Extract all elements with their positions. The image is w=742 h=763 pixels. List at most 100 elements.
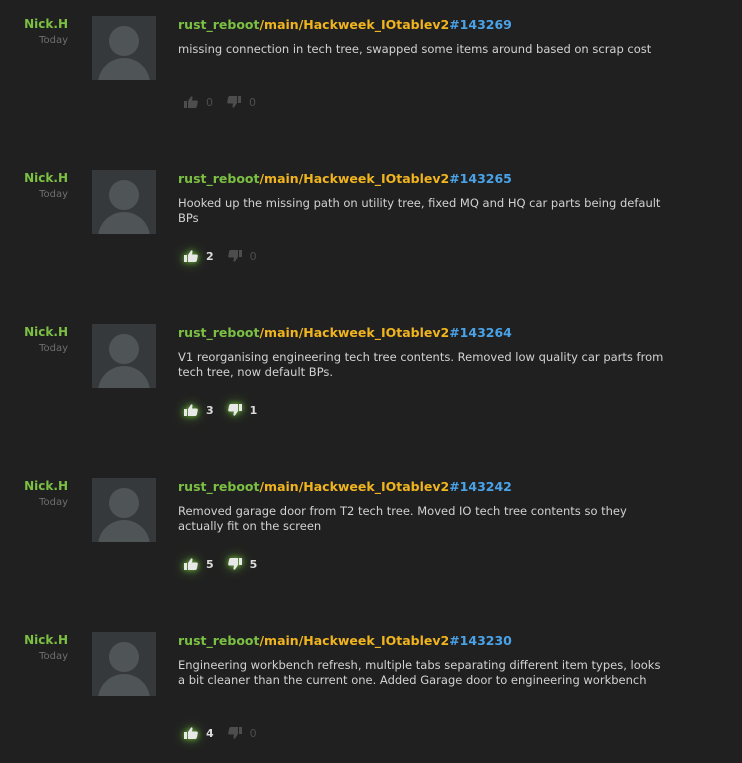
- thumbs-down-icon: [227, 558, 242, 570]
- repo-link[interactable]: rust_reboot: [178, 479, 259, 494]
- avatar-head: [109, 488, 139, 518]
- branch-path: rust_reboot/main/Hackweek_IOtablev2#1432…: [178, 632, 678, 650]
- branch-link[interactable]: /main/Hackweek_IOtablev2: [259, 171, 449, 186]
- author-name[interactable]: Nick.H: [8, 632, 68, 648]
- upvote-count: 2: [206, 249, 214, 263]
- changelist-link[interactable]: #143264: [449, 325, 512, 340]
- changelist-link[interactable]: #143265: [449, 171, 512, 186]
- upvote-count: 0: [206, 95, 213, 109]
- commit-time: Today: [39, 35, 68, 46]
- commit-content: rust_reboot/main/Hackweek_IOtablev2#1432…: [178, 16, 678, 57]
- downvote-count: 1: [249, 403, 258, 417]
- branch-path: rust_reboot/main/Hackweek_IOtablev2#1432…: [178, 170, 678, 188]
- avatar-body: [98, 58, 150, 80]
- upvote-count: 5: [206, 557, 214, 571]
- author-name[interactable]: Nick.H: [8, 16, 68, 32]
- commit-entry: Nick.H Today rust_reboot/main/Hackweek_I…: [0, 154, 742, 304]
- commit-entry: Nick.H Today rust_reboot/main/Hackweek_I…: [0, 462, 742, 612]
- commit-entry: Nick.H Today rust_reboot/main/Hackweek_I…: [0, 0, 742, 150]
- author-name[interactable]: Nick.H: [8, 324, 68, 340]
- commit-message: missing connection in tech tree, swapped…: [178, 42, 652, 56]
- commit-time: Today: [39, 651, 68, 662]
- commit-feed: Nick.H Today rust_reboot/main/Hackweek_I…: [0, 0, 742, 763]
- thumbs-up-icon: [184, 250, 198, 262]
- repo-link[interactable]: rust_reboot: [178, 17, 259, 32]
- avatar: [92, 170, 156, 234]
- avatar-head: [109, 642, 139, 672]
- commit-entry: Nick.H Today rust_reboot/main/Hackweek_I…: [0, 308, 742, 458]
- changelist-link[interactable]: #143230: [449, 633, 512, 648]
- thumbs-down-icon: [227, 404, 242, 416]
- avatar-body: [98, 366, 150, 388]
- upvote-button[interactable]: 5: [184, 558, 214, 571]
- author-name[interactable]: Nick.H: [8, 478, 68, 494]
- avatar-body: [98, 520, 150, 542]
- commit-time: Today: [39, 497, 68, 508]
- commit-content: rust_reboot/main/Hackweek_IOtablev2#1432…: [178, 324, 678, 380]
- thumbs-down-icon: [227, 727, 242, 739]
- upvote-button[interactable]: 2: [184, 250, 214, 263]
- avatar-head: [109, 26, 139, 56]
- thumbs-up-icon: [184, 96, 198, 108]
- thumbs-up-icon: [184, 404, 198, 416]
- upvote-button[interactable]: 3: [184, 404, 214, 417]
- vote-bar: 4 0: [184, 725, 271, 741]
- avatar-head: [109, 180, 139, 210]
- commit-entry: Nick.H Today rust_reboot/main/Hackweek_I…: [0, 616, 742, 763]
- author-block: Nick.H Today: [8, 16, 68, 48]
- upvote-count: 4: [206, 726, 214, 740]
- upvote-button[interactable]: 0: [184, 96, 213, 109]
- avatar: [92, 16, 156, 80]
- commit-content: rust_reboot/main/Hackweek_IOtablev2#1432…: [178, 478, 678, 534]
- author-block: Nick.H Today: [8, 632, 68, 664]
- commit-message: Engineering workbench refresh, multiple …: [178, 658, 661, 687]
- downvote-count: 0: [249, 249, 257, 263]
- branch-link[interactable]: /main/Hackweek_IOtablev2: [259, 17, 449, 32]
- branch-link[interactable]: /main/Hackweek_IOtablev2: [259, 633, 449, 648]
- avatar-body: [98, 212, 150, 234]
- downvote-button[interactable]: 0: [227, 249, 257, 263]
- upvote-count: 3: [206, 403, 214, 417]
- changelist-link[interactable]: #143242: [449, 479, 512, 494]
- commit-time: Today: [39, 343, 68, 354]
- branch-path: rust_reboot/main/Hackweek_IOtablev2#1432…: [178, 478, 678, 496]
- avatar-head: [109, 334, 139, 364]
- vote-bar: 2 0: [184, 248, 271, 264]
- commit-time: Today: [39, 189, 68, 200]
- author-block: Nick.H Today: [8, 324, 68, 356]
- downvote-count: 0: [249, 726, 257, 740]
- branch-link[interactable]: /main/Hackweek_IOtablev2: [259, 479, 449, 494]
- downvote-count: 5: [249, 557, 258, 571]
- author-block: Nick.H Today: [8, 170, 68, 202]
- avatar: [92, 478, 156, 542]
- commit-content: rust_reboot/main/Hackweek_IOtablev2#1432…: [178, 170, 678, 226]
- branch-link[interactable]: /main/Hackweek_IOtablev2: [259, 325, 449, 340]
- commit-content: rust_reboot/main/Hackweek_IOtablev2#1432…: [178, 632, 678, 688]
- commit-message: Hooked up the missing path on utility tr…: [178, 196, 661, 225]
- thumbs-up-icon: [184, 558, 198, 570]
- thumbs-down-icon: [227, 96, 241, 108]
- author-name[interactable]: Nick.H: [8, 170, 68, 186]
- branch-path: rust_reboot/main/Hackweek_IOtablev2#1432…: [178, 16, 678, 34]
- downvote-button[interactable]: 0: [227, 96, 256, 109]
- downvote-button[interactable]: 1: [227, 403, 258, 417]
- author-block: Nick.H Today: [8, 478, 68, 510]
- commit-message: V1 reorganising engineering tech tree co…: [178, 350, 664, 379]
- repo-link[interactable]: rust_reboot: [178, 325, 259, 340]
- thumbs-down-icon: [227, 250, 242, 262]
- downvote-count: 0: [249, 95, 256, 109]
- avatar-body: [98, 674, 150, 696]
- branch-path: rust_reboot/main/Hackweek_IOtablev2#1432…: [178, 324, 678, 342]
- avatar: [92, 324, 156, 388]
- downvote-button[interactable]: 5: [227, 557, 258, 571]
- commit-message: Removed garage door from T2 tech tree. M…: [178, 504, 627, 533]
- vote-bar: 3 1: [184, 402, 271, 418]
- repo-link[interactable]: rust_reboot: [178, 171, 259, 186]
- avatar: [92, 632, 156, 696]
- vote-bar: 0 0: [184, 94, 270, 110]
- changelist-link[interactable]: #143269: [449, 17, 512, 32]
- downvote-button[interactable]: 0: [227, 726, 257, 740]
- upvote-button[interactable]: 4: [184, 727, 214, 740]
- thumbs-up-icon: [184, 727, 198, 739]
- repo-link[interactable]: rust_reboot: [178, 633, 259, 648]
